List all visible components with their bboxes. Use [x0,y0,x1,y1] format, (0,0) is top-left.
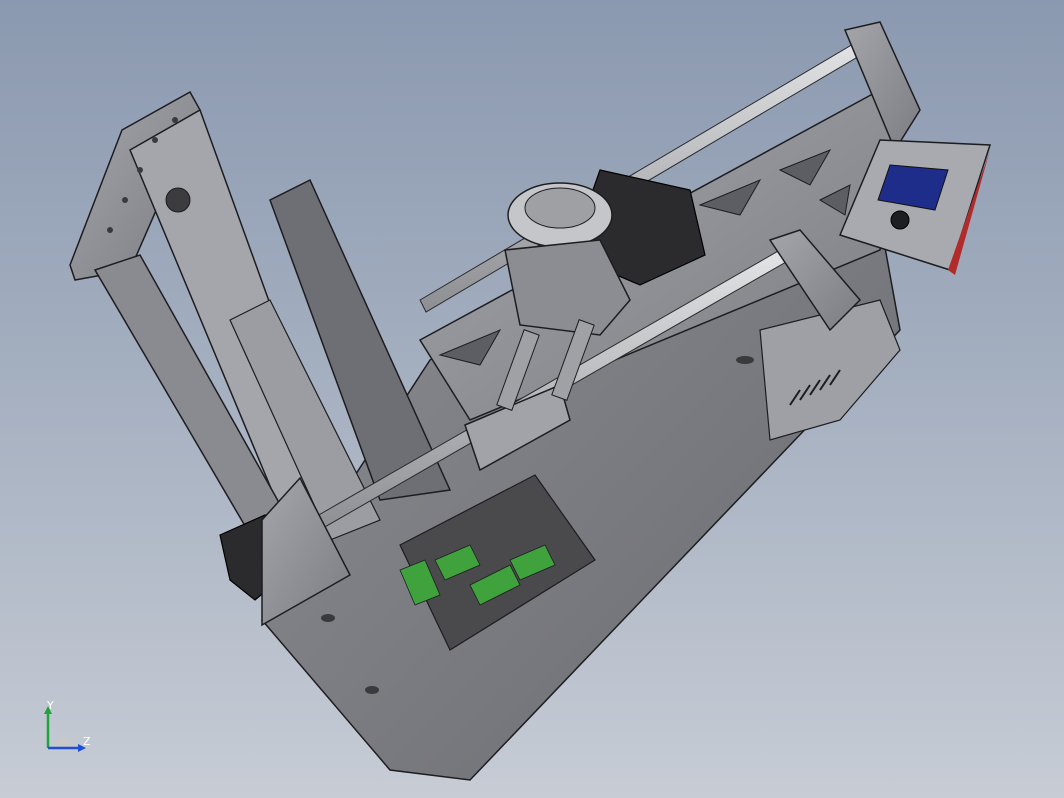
lcd-encoder-knob [890,210,910,230]
coordinate-triad: Y Z [36,698,106,758]
idler-pulley [165,187,191,213]
y-axis-label: Y [47,699,54,712]
z-axis-label: Z [83,735,91,748]
graphics-viewport[interactable]: Y Z [0,0,1064,798]
printer-model[interactable] [0,0,1064,798]
